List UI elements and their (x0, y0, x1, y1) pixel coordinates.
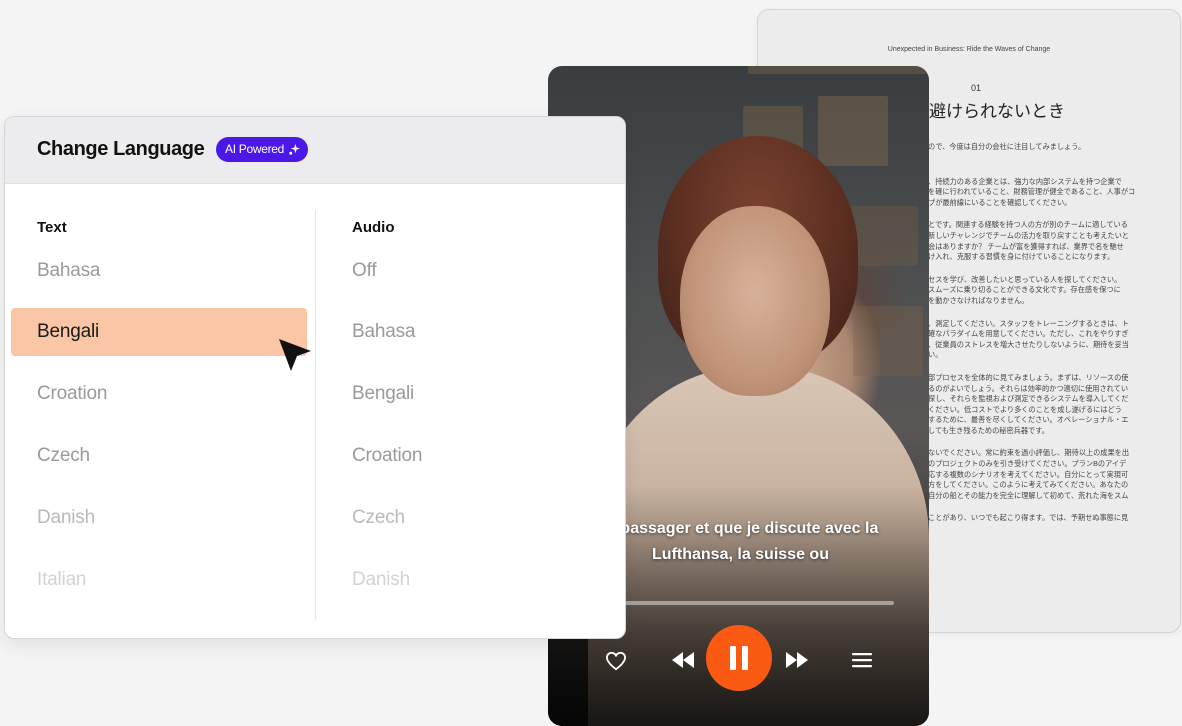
document-line: るのがよいでしょう。それらは効率的かつ適切に使用されてい (928, 383, 1129, 393)
forward-icon (786, 652, 808, 668)
document-paragraph: ないでください。常に約束を過小評価し、期待以上の成果を出 のプロジェクトのみを引… (928, 448, 1168, 501)
document-line: 自分の船とその能力を完全に理解して初めて、荒れた海をスム (928, 490, 1129, 500)
sparkle-icon (289, 143, 301, 155)
audio-language-czech[interactable]: Czech (352, 494, 405, 542)
document-paragraph: 、持続力のある企業とは、強力な内部システムを持つ企業で を確に行われていること、… (928, 177, 1168, 209)
audio-language-off[interactable]: Off (352, 247, 377, 295)
audio-language-danish[interactable]: Danish (352, 556, 410, 604)
document-paragraph: ことがあり、いつでも起こり得ます。では、予期せぬ事態に見 (928, 513, 1168, 524)
bookshelf (748, 66, 929, 74)
document-body: ので、今度は自分の会社に注目してみましょう。 、持続力のある企業とは、強力な内部… (928, 142, 1168, 536)
document-line: するために、最善を尽くしてください。オペレーショナル・エ (928, 415, 1129, 425)
pause-icon (730, 646, 748, 670)
document-line: 方をしてください。このように考えてみてください。あなたの (928, 480, 1129, 490)
document-paragraph: 部プロセスを全体的に見てみましょう。まずは、リソースの使 るのがよいでしょう。そ… (928, 373, 1168, 437)
text-language-bahasa[interactable]: Bahasa (37, 247, 100, 295)
document-line: プが最前線にいることを確認してください。 (928, 197, 1072, 207)
text-language-bengali[interactable]: Bengali (11, 308, 307, 356)
document-paragraph: ので、今度は自分の会社に注目してみましょう。 (928, 142, 1168, 153)
audio-language-bengali[interactable]: Bengali (352, 370, 414, 418)
document-line: 新しいチャレンジでチームの活力を取り戻すことも考えたいと (928, 230, 1129, 240)
column-divider (315, 210, 316, 620)
document-paragraph: 、測定してください。スタッフをトレーニングするときは、ト 確なパラダイムを用意し… (928, 319, 1168, 361)
document-line: ので、今度は自分の会社に注目してみましょう。 (928, 142, 1086, 151)
text-language-italian[interactable]: Italian (37, 556, 87, 604)
audio-language-bahasa[interactable]: Bahasa (352, 308, 415, 356)
text-language-croation[interactable]: Croation (37, 370, 107, 418)
panel-header: Change Language AI Powered (5, 117, 625, 184)
document-header: Unexpected in Business: Ride the Waves o… (887, 46, 1051, 53)
document-line: を動かさなければなりません。 (928, 295, 1029, 305)
progress-bar[interactable] (624, 601, 894, 605)
ai-powered-badge: AI Powered (216, 137, 309, 162)
document-line: け入れ、克服する習慣を身に付けていることになります。 (928, 252, 1115, 262)
audio-language-croation[interactable]: Croation (352, 432, 422, 480)
text-language-czech[interactable]: Czech (37, 432, 90, 480)
text-column-label: Text (37, 219, 67, 236)
document-line: 会はありますか？ チームが富を獲得すれば、業界で名を馳せ (928, 241, 1124, 251)
document-line: 、持続力のある企業とは、強力な内部システムを持つ企業で (928, 176, 1122, 186)
document-paragraph: セスを学び、改善したいと思っている人を探してください。 スムーズに乗り切ることが… (928, 275, 1168, 307)
document-line: しても生き残るための秘密兵器です。 (928, 425, 1049, 435)
menu-button[interactable] (850, 650, 874, 670)
heart-icon (605, 651, 627, 671)
change-language-panel: Change Language AI Powered Text Audio Ba… (4, 116, 626, 639)
forward-button[interactable] (784, 650, 810, 670)
rewind-button[interactable] (670, 650, 696, 670)
person-face (680, 206, 830, 396)
audio-column-label: Audio (352, 219, 395, 236)
document-line: を確に行われていること、財務管理が健全であること、人事がコ (928, 187, 1136, 197)
bookshelf (853, 306, 923, 376)
document-line: 確なパラダイムを用意してください。ただし、これをやりすぎ (928, 329, 1129, 339)
chapter-number: 01 (971, 83, 982, 93)
rewind-icon (672, 652, 694, 668)
menu-icon (852, 653, 872, 668)
document-line: 、測定してください。スタッフをトレーニングするときは、ト (928, 318, 1129, 328)
document-line: スムーズに乗り切ることができる文化です。存在感を保つに (928, 285, 1121, 295)
document-line: とです。関連する経験を持つ人の方が別のチームに適している (928, 220, 1128, 230)
document-line: セスを学び、改善したいと思っている人を探してください。 (928, 274, 1122, 284)
like-button[interactable] (603, 650, 629, 672)
mouse-cursor-icon (279, 339, 311, 371)
document-line: い。 (928, 350, 943, 360)
badge-label: AI Powered (225, 142, 285, 156)
document-line: ないでください。常に約束を過小評価し、期待以上の成果を出 (928, 448, 1130, 458)
document-paragraph: とです。関連する経験を持つ人の方が別のチームに適している 新しいチャレンジでチー… (928, 220, 1168, 262)
text-language-danish[interactable]: Danish (37, 494, 95, 542)
document-line: 探し、それらを監視および測定できるシステムを導入してくだ (928, 394, 1129, 404)
document-line: ことがあり、いつでも起こり得ます。では、予期せぬ事態に見 (928, 513, 1129, 523)
stage: Unexpected in Business: Ride the Waves o… (0, 0, 1182, 726)
document-line: 部プロセスを全体的に見てみましょう。まずは、リソースの使 (928, 372, 1129, 382)
document-line: 、従業員のストレスを増大させたりしないように、期待を妥当 (928, 339, 1129, 349)
document-line: 応する複数のシナリオを考えてください。自分にとって実現可 (928, 469, 1129, 479)
panel-title: Change Language (37, 138, 205, 160)
document-line: のプロジェクトのみを引き受けてください。プランBのアイデ (928, 459, 1127, 469)
chapter-title: 避けられないとき (929, 102, 1065, 121)
pause-button[interactable] (706, 625, 772, 691)
bookshelf (818, 96, 888, 166)
document-line: ください。低コストでより多くのことを成し遂げるにはどう (928, 404, 1122, 414)
